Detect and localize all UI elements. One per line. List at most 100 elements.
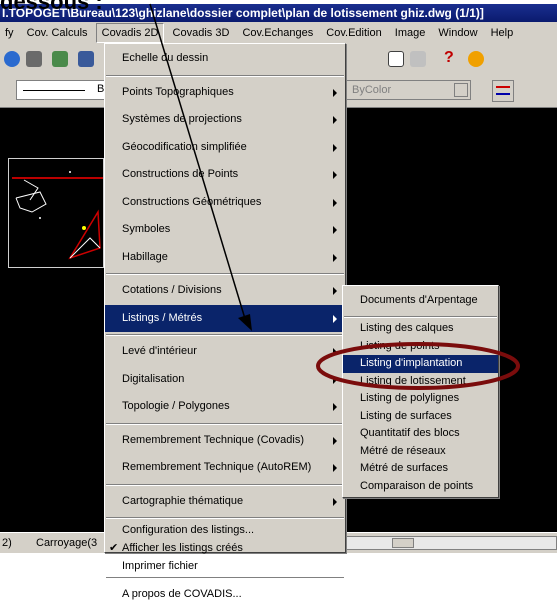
menu-cov-echanges[interactable]: Cov.Echanges	[237, 22, 318, 44]
submenu-arrow-icon	[333, 287, 337, 295]
menu-separator	[106, 334, 344, 336]
check-icon: ✔	[109, 542, 119, 554]
menu-item-remembrement-technique-autorem[interactable]: Remembrement Technique (AutoREM)	[105, 454, 345, 482]
menu-window[interactable]: Window	[433, 22, 482, 44]
menu-fy[interactable]: fy	[0, 22, 19, 44]
submenu-item-label: Listing de lotissement	[360, 374, 466, 387]
submenu-arrow-icon	[333, 198, 337, 207]
menu-item-label: Topologie / Polygones	[122, 400, 230, 412]
menu-item-listings-m-tr-s[interactable]: Listings / Métrés	[105, 304, 345, 332]
submenu-item-label: Quantitatif des blocs	[360, 427, 460, 439]
submenu-item-label: Documents d'Arpentage	[360, 294, 478, 306]
color-combo-value: ByColor	[352, 84, 392, 96]
menu-cov-calculs[interactable]: Cov. Calculs	[22, 22, 93, 44]
menu-item-imprimer-fichier[interactable]: Imprimer fichier	[105, 557, 345, 575]
menu-item-label: Géocodification simplifiée	[122, 140, 247, 153]
menu-covadis-2d[interactable]: Covadis 2D	[95, 23, 165, 43]
submenu-item-comparaison-de-points[interactable]: Comparaison de points	[343, 478, 498, 496]
submenu-item-label: Listing de surfaces	[360, 409, 452, 422]
menu-item-g-ocodification-simplifi-e[interactable]: Géocodification simplifiée	[105, 134, 345, 162]
globe-icon[interactable]	[4, 51, 20, 67]
linetype-sample	[23, 90, 85, 91]
submenu-arrow-icon	[333, 143, 337, 152]
menu-item-label: Echelle du dessin	[122, 52, 209, 64]
caption-text: dessous :	[0, 0, 103, 14]
menu-separator	[106, 74, 344, 77]
menu-item-label: A propos de COVADIS...	[122, 588, 242, 600]
chart-icon[interactable]	[410, 51, 426, 67]
submenu-item-listing-de-surfaces[interactable]: Listing de surfaces	[343, 408, 498, 426]
menu-cov-edition[interactable]: Cov.Edition	[321, 22, 386, 44]
menu-item-label: Remembrement Technique (AutoREM)	[122, 461, 312, 473]
submenu-arrow-icon	[333, 403, 337, 411]
layout-tab-carroyage[interactable]: Carroyage(3	[36, 533, 97, 553]
menu-item-constructions-g-om-triques[interactable]: Constructions Géométriques	[105, 189, 345, 217]
menu-item-label: Levé d'intérieur	[122, 345, 197, 357]
menu-item-a-propos-de-covadis[interactable]: A propos de COVADIS...	[105, 581, 345, 609]
horizontal-scrollbar[interactable]	[345, 536, 557, 550]
menu-item-label: Remembrement Technique (Covadis)	[122, 433, 304, 446]
menu-item-label: Constructions Géométriques	[122, 195, 262, 208]
tool-icon[interactable]	[52, 51, 68, 67]
submenu-item-m-tr-de-surfaces[interactable]: Métré de surfaces	[343, 460, 498, 478]
menu-item-label: Listings / Métrés	[122, 311, 203, 324]
menu-item-cotations-divisions[interactable]: Cotations / Divisions	[105, 277, 345, 305]
settings-icon[interactable]	[26, 51, 42, 67]
submenu-item-documents-d-arpentage[interactable]: Documents d'Arpentage	[343, 286, 498, 314]
menu-separator	[106, 422, 344, 425]
chevron-down-icon[interactable]	[454, 83, 468, 97]
menu-item-label: Cotations / Divisions	[122, 284, 222, 296]
submenu-item-m-tr-de-r-seaux[interactable]: Métré de réseaux	[343, 443, 498, 461]
menu-covadis-3d[interactable]: Covadis 3D	[168, 22, 235, 44]
layer-properties-icon[interactable]	[492, 80, 514, 102]
submenu-item-listing-de-polylignes[interactable]: Listing de polylignes	[343, 390, 498, 408]
sun-icon[interactable]	[468, 51, 484, 67]
submenu-arrow-icon	[333, 375, 337, 384]
menu-item-configuration-des-listings[interactable]: Configuration des listings...	[105, 521, 345, 539]
viewport-frame	[8, 158, 104, 268]
submenu-item-label: Listing de points	[360, 339, 440, 352]
submenu-item-listing-d-implantation[interactable]: Listing d'implantation	[343, 355, 498, 373]
submenu-arrow-icon	[333, 171, 337, 179]
menu-item-lev-d-int-rieur[interactable]: Levé d'intérieur	[105, 338, 345, 366]
layer-icon[interactable]	[78, 51, 94, 67]
menu-item-label: Symboles	[122, 223, 171, 235]
menu-bar: fy Cov. Calculs Covadis 2D Covadis 3D Co…	[0, 22, 557, 44]
submenu-item-listing-de-lotissement[interactable]: Listing de lotissement	[343, 373, 498, 391]
menu-item-label: Habillage	[122, 250, 168, 263]
submenu-arrow-icon	[333, 116, 337, 124]
submenu-item-listing-des-calques[interactable]: Listing des calques	[343, 320, 498, 338]
submenu-item-label: Métré de réseaux	[360, 444, 446, 457]
layout-tab[interactable]: 2)	[2, 533, 12, 553]
menu-item-constructions-de-points[interactable]: Constructions de Points	[105, 161, 345, 189]
menu-item-label: Points Topographiques	[122, 85, 234, 98]
submenu-arrow-icon	[333, 348, 337, 356]
menu-separator	[106, 577, 344, 579]
submenu-item-label: Listing des calques	[360, 322, 454, 334]
submenu-item-quantitatif-des-blocs[interactable]: Quantitatif des blocs	[343, 425, 498, 443]
menu-item-symboles[interactable]: Symboles	[105, 216, 345, 244]
menu-item-afficher-les-listings-cr-s[interactable]: ✔ Afficher les listings créés	[105, 539, 345, 557]
submenu-item-label: Métré de surfaces	[360, 462, 449, 474]
menu-item-cartographie-th-matique[interactable]: Cartographie thématique	[105, 488, 345, 516]
menu-item-digitalisation[interactable]: Digitalisation	[105, 366, 345, 394]
submenu-item-label: Listing d'implantation	[360, 357, 463, 369]
submenu-arrow-icon	[333, 436, 337, 445]
submenu-item-label: Comparaison de points	[360, 479, 474, 492]
submenu-item-listing-de-points[interactable]: Listing de points	[343, 338, 498, 356]
menu-help[interactable]: Help	[486, 22, 519, 44]
linetype-combo[interactable]: B	[16, 80, 108, 100]
table-icon[interactable]	[388, 51, 404, 67]
menu-item-echelle-du-dessin[interactable]: Echelle du dessin	[105, 45, 345, 73]
color-combo[interactable]: ByColor	[345, 80, 471, 100]
menu-item-syst-mes-de-projections[interactable]: Systèmes de projections	[105, 106, 345, 134]
menu-item-topologie-polygones[interactable]: Topologie / Polygones	[105, 393, 345, 421]
menu-item-label: Cartographie thématique	[122, 494, 244, 507]
scrollbar-thumb[interactable]	[392, 538, 414, 548]
submenu-arrow-icon	[333, 226, 337, 234]
menu-image[interactable]: Image	[390, 22, 431, 44]
menu-item-remembrement-technique-covadis[interactable]: Remembrement Technique (Covadis)	[105, 427, 345, 455]
help-icon[interactable]: ?	[444, 49, 454, 67]
menu-item-habillage[interactable]: Habillage	[105, 244, 345, 272]
menu-item-points-topographiques[interactable]: Points Topographiques	[105, 79, 345, 107]
